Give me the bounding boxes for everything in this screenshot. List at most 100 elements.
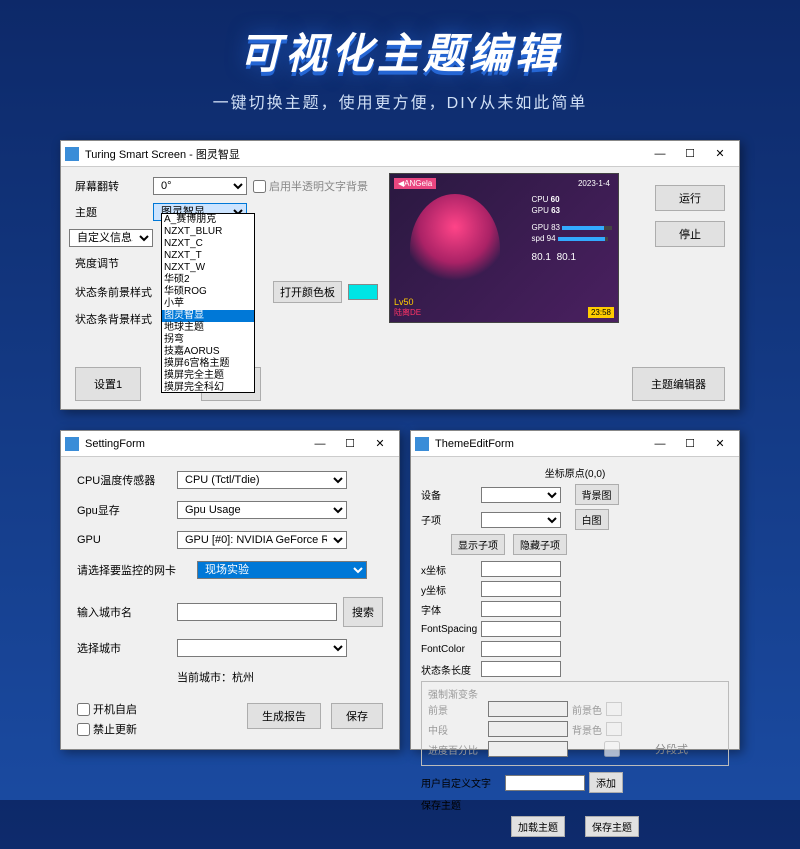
net-select[interactable]: 现场实验 bbox=[197, 561, 367, 579]
custom-info-select[interactable]: 自定义信息1 bbox=[69, 229, 153, 247]
noupdate-checkbox[interactable]: 禁止更新 bbox=[77, 721, 137, 737]
bg-button[interactable]: 背景图 bbox=[575, 484, 619, 505]
theme-editor-button[interactable]: 主题编辑器 bbox=[632, 367, 725, 401]
bg2-button[interactable]: 白图 bbox=[575, 509, 609, 530]
titlebar: ThemeEditForm — ☐ ✕ bbox=[411, 431, 739, 457]
hide-child-button[interactable]: 隐藏子项 bbox=[513, 534, 567, 555]
theme-option[interactable]: NZXT_BLUR bbox=[162, 226, 254, 238]
search-button[interactable]: 搜索 bbox=[343, 597, 383, 627]
banner-title: 可视化主题编辑 bbox=[0, 20, 800, 81]
setting-form-window: SettingForm — ☐ ✕ CPU温度传感器CPU (Tctl/Tdie… bbox=[60, 430, 400, 750]
net-label: 请选择要监控的网卡 bbox=[77, 562, 197, 578]
preview-character bbox=[410, 194, 500, 304]
gpu-select[interactable]: GPU [#0]: NVIDIA GeForce RTX bbox=[177, 531, 347, 549]
settings-button-1[interactable]: 设置1 bbox=[75, 367, 141, 401]
maximize-button[interactable]: ☐ bbox=[675, 433, 705, 455]
maximize-button[interactable]: ☐ bbox=[335, 433, 365, 455]
custom-text-input[interactable] bbox=[505, 775, 585, 791]
theme-dropdown-list[interactable]: A_赛博朋克NZXT_BLURNZXT_CNZXT_TNZXT_W华硕2华硕RO… bbox=[161, 213, 255, 393]
barlen-input[interactable] bbox=[481, 661, 561, 677]
pct-label: 进度百分比 bbox=[428, 742, 484, 757]
save-theme-button[interactable]: 保存主题 bbox=[585, 816, 639, 837]
theme-option[interactable]: 摸屏完全科幻 bbox=[162, 382, 254, 393]
fontcolor-input[interactable] bbox=[481, 641, 561, 657]
gpu-mem-select[interactable]: Gpu Usage bbox=[177, 501, 347, 519]
city-input[interactable] bbox=[177, 603, 337, 621]
app-icon bbox=[65, 437, 79, 451]
child-select[interactable] bbox=[481, 512, 561, 528]
mid-input[interactable] bbox=[488, 721, 568, 737]
transparent-checkbox[interactable]: 启用半透明文字背景 bbox=[253, 178, 368, 194]
fg-input[interactable] bbox=[488, 701, 568, 717]
theme-option[interactable]: 地球主题 bbox=[162, 322, 254, 334]
device-label: 设备 bbox=[421, 487, 477, 502]
stop-button[interactable]: 停止 bbox=[655, 221, 725, 247]
save-theme-label: 保存主题 bbox=[421, 797, 477, 812]
font-input[interactable] bbox=[481, 601, 561, 617]
theme-option[interactable]: A_赛博朋克 bbox=[162, 214, 254, 226]
titlebar: Turing Smart Screen - 图灵智显 — ☐ ✕ bbox=[61, 141, 739, 167]
theme-option[interactable]: 华硕ROG bbox=[162, 286, 254, 298]
report-button[interactable]: 生成报告 bbox=[247, 703, 321, 729]
app-icon bbox=[65, 147, 79, 161]
autostart-checkbox[interactable]: 开机自启 bbox=[77, 701, 137, 717]
fgc-swatch[interactable] bbox=[606, 702, 622, 716]
load-theme-button[interactable]: 加载主题 bbox=[511, 816, 565, 837]
fontspacing-label: FontSpacing bbox=[421, 624, 477, 635]
minimize-button[interactable]: — bbox=[645, 143, 675, 165]
device-select[interactable] bbox=[481, 487, 561, 503]
child-label: 子项 bbox=[421, 512, 477, 527]
preview-level: Lv50 bbox=[394, 297, 421, 307]
theme-option[interactable]: 技嘉AORUS bbox=[162, 346, 254, 358]
barlen-label: 状态条长度 bbox=[421, 662, 477, 677]
fgc-label: 前景色 bbox=[572, 702, 602, 717]
mid-label: 中段 bbox=[428, 722, 484, 737]
close-button[interactable]: ✕ bbox=[705, 433, 735, 455]
preview-user: ◀ANGela bbox=[394, 178, 436, 189]
close-button[interactable]: ✕ bbox=[365, 433, 395, 455]
pct-input[interactable] bbox=[488, 741, 568, 757]
cpu-sensor-select[interactable]: CPU (Tctl/Tdie) bbox=[177, 471, 347, 489]
brightness-label: 亮度调节 bbox=[75, 255, 147, 271]
main-window: Turing Smart Screen - 图灵智显 — ☐ ✕ 屏幕翻转 0°… bbox=[60, 140, 740, 410]
minimize-button[interactable]: — bbox=[305, 433, 335, 455]
preview-stats: CPU 60 GPU 63 GPU 83 spd 94 80.1 80.1 bbox=[532, 194, 612, 263]
run-button[interactable]: 运行 bbox=[655, 185, 725, 211]
color-swatch[interactable] bbox=[348, 284, 378, 300]
save-button[interactable]: 保存 bbox=[331, 703, 383, 729]
theme-option[interactable]: NZXT_T bbox=[162, 250, 254, 262]
rotate-select[interactable]: 0° bbox=[153, 177, 247, 195]
theme-edit-window: ThemeEditForm — ☐ ✕ 坐标原点(0,0) 设备 背景图 子项 … bbox=[410, 430, 740, 750]
x-input[interactable] bbox=[481, 561, 561, 577]
font-label: 字体 bbox=[421, 602, 477, 617]
app-icon bbox=[415, 437, 429, 451]
gpu-mem-label: Gpu显存 bbox=[77, 502, 177, 518]
city-select[interactable] bbox=[177, 639, 347, 657]
close-button[interactable]: ✕ bbox=[705, 143, 735, 165]
theme-option[interactable]: NZXT_W bbox=[162, 262, 254, 274]
maximize-button[interactable]: ☐ bbox=[675, 143, 705, 165]
theme-option[interactable]: NZXT_C bbox=[162, 238, 254, 250]
split-checkbox[interactable]: 分段式 bbox=[572, 741, 688, 757]
theme-option[interactable]: 摸屏完全主题 bbox=[162, 370, 254, 382]
minimize-button[interactable]: — bbox=[645, 433, 675, 455]
y-input[interactable] bbox=[481, 581, 561, 597]
bgc-label: 背景色 bbox=[572, 722, 602, 737]
custom-text-label: 用户自定义文字 bbox=[421, 775, 501, 790]
y-label: y坐标 bbox=[421, 582, 477, 597]
show-child-button[interactable]: 显示子项 bbox=[451, 534, 505, 555]
fontspacing-input[interactable] bbox=[481, 621, 561, 637]
bgc-swatch[interactable] bbox=[606, 722, 622, 736]
fontcolor-label: FontColor bbox=[421, 644, 477, 655]
titlebar: SettingForm — ☐ ✕ bbox=[61, 431, 399, 457]
add-button[interactable]: 添加 bbox=[589, 772, 623, 793]
theme-option[interactable]: 华硕2 bbox=[162, 274, 254, 286]
theme-option[interactable]: 拐弯 bbox=[162, 334, 254, 346]
theme-option[interactable]: 图灵智显 bbox=[162, 310, 254, 322]
current-city: 当前城市：杭州 bbox=[177, 669, 254, 685]
palette-button[interactable]: 打开颜色板 bbox=[273, 281, 342, 303]
fg-style-label: 状态条前景样式 bbox=[75, 284, 161, 300]
theme-option[interactable]: 小苹 bbox=[162, 298, 254, 310]
choose-city-label: 选择城市 bbox=[77, 640, 177, 656]
theme-option[interactable]: 摸屏6宫格主题 bbox=[162, 358, 254, 370]
